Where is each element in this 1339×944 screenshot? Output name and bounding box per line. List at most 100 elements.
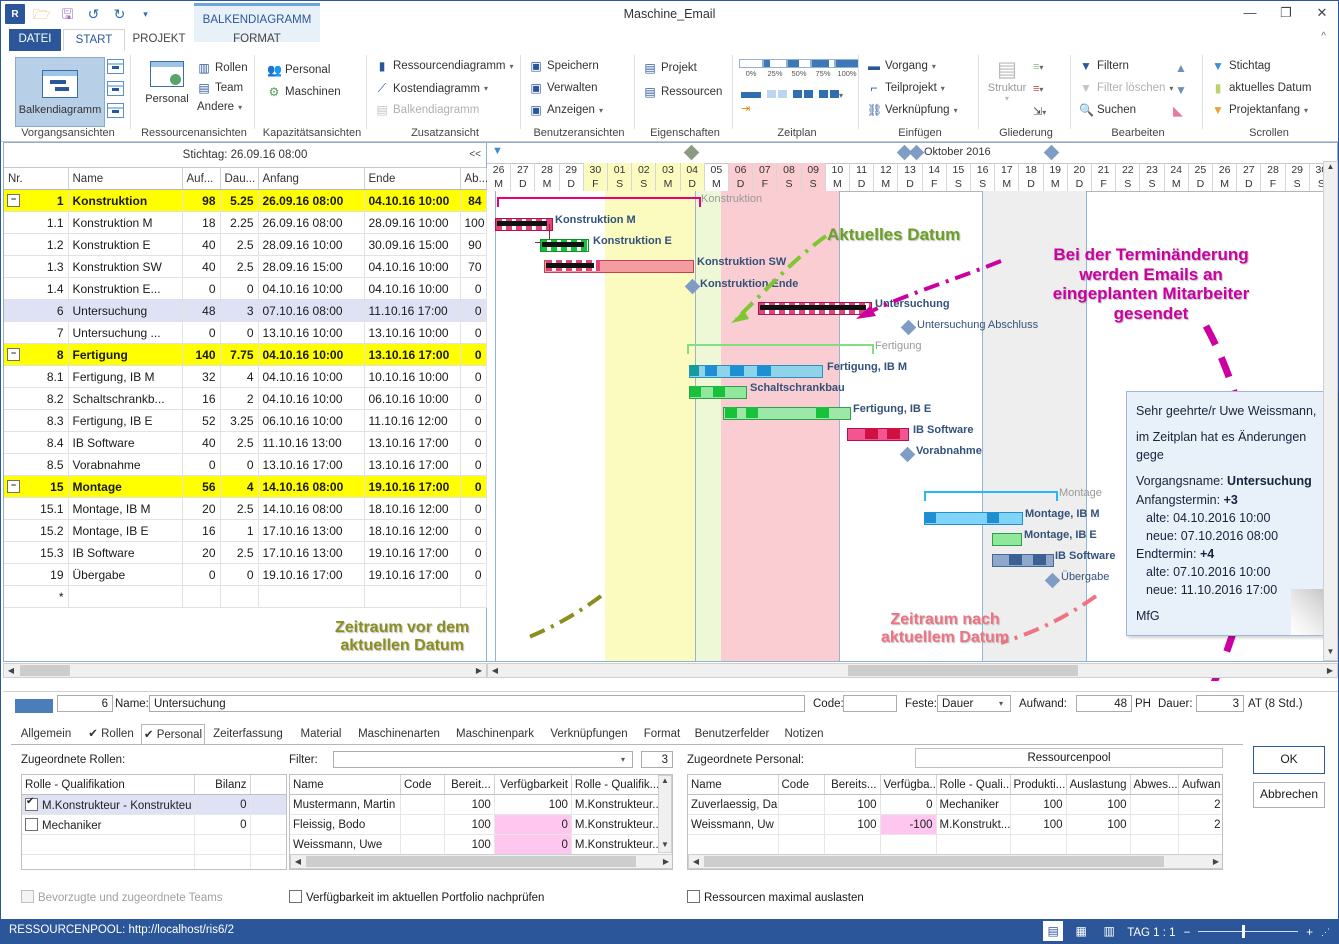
tab-material[interactable]: Material — [291, 724, 351, 745]
view-gantt-icon[interactable]: ▤ — [1043, 921, 1064, 941]
view-variant-2-icon[interactable] — [107, 81, 124, 99]
table-row[interactable]: 1.1 Konstruktion M 18 2.25 26.09.16 08:00 28.… — [4, 211, 487, 234]
role-checkbox[interactable] — [25, 817, 38, 831]
task-bar-montage-ibe[interactable] — [992, 533, 1022, 546]
list-item[interactable]: Mechaniker 0 — [22, 814, 286, 835]
asg-scroll-left-icon[interactable]: ◀ — [689, 855, 703, 868]
candidates-vscrollbar[interactable]: ▲ ▼ — [658, 775, 672, 853]
asg-hscroll-thumb[interactable] — [704, 856, 1164, 867]
task-bar-fertigung-ibe[interactable] — [723, 407, 851, 420]
checkbox-portfolio[interactable]: Verfügbarkeit im aktuellen Portfolio nac… — [289, 890, 544, 904]
indent-add-icon[interactable]: ≡▾ — [1033, 61, 1043, 73]
ok-button[interactable]: OK — [1253, 746, 1325, 774]
ressourcendiagramm-button[interactable]: ▮ Ressourcendiagramm ▾ — [375, 59, 514, 73]
task-bar-montage-ibm[interactable] — [924, 512, 1023, 525]
personal-view-button[interactable]: Personal — [137, 61, 197, 105]
filter-input[interactable] — [333, 751, 633, 768]
table-row[interactable]: 15.3 IB Software 20 2.5 17.10.16 13:00 19.10.… — [4, 541, 487, 564]
cand-hscroll-thumb[interactable] — [306, 856, 636, 867]
gantt-hscroll-thumb[interactable] — [848, 665, 1078, 676]
schedule-align-icon[interactable]: ⇥ — [741, 87, 761, 115]
cand-col-code[interactable]: Code — [400, 775, 445, 795]
table-row[interactable]: −1 Konstruktion 98 5.25 26.09.16 08:00 04.10.… — [4, 189, 487, 212]
asg-col-produktiv[interactable]: Produkti... — [1010, 775, 1067, 795]
asg-col-abwesenheit[interactable]: Abwes... — [1130, 775, 1179, 795]
summary-bar-montage[interactable] — [924, 491, 1058, 501]
grid-hscrollbar[interactable]: ◀ ▶ — [3, 663, 487, 678]
col-name[interactable]: Name — [68, 168, 183, 190]
minimize-button[interactable]: — — [1240, 5, 1260, 21]
stichtag-button[interactable]: ▼ Stichtag — [1211, 59, 1271, 73]
tab-start[interactable]: START — [63, 29, 125, 51]
cancel-button[interactable]: Abbrechen — [1253, 782, 1325, 808]
table-row[interactable]: Mustermann, Martin 100 100 M.Konstrukteur..… — [290, 794, 672, 815]
progress-50-button[interactable]: 50% — [787, 59, 811, 78]
andere-button[interactable]: Andere ▾ — [197, 101, 242, 113]
task-name-field[interactable]: Untersuchung — [149, 695, 805, 712]
col-aufwand[interactable]: Auf... — [182, 168, 221, 190]
col-ab[interactable]: Ab... — [460, 168, 488, 190]
task-id-field[interactable]: 6 — [57, 695, 113, 712]
cand-col-bereit[interactable]: Bereit... — [444, 775, 495, 795]
table-row[interactable]: −8 Fertigung 140 7.75 04.10.16 10:00 13.10.16… — [4, 343, 487, 366]
table-row[interactable]: Fleissig, Bodo 100 0 M.Konstrukteur... — [290, 814, 672, 835]
teilprojekt-button[interactable]: ⌐ Teilprojekt ▾ — [867, 81, 944, 95]
milestone-untersuchung-abschluss[interactable] — [900, 319, 917, 336]
col-ende[interactable]: Ende — [364, 168, 461, 190]
close-button[interactable]: ✕ — [1312, 5, 1332, 21]
table-row[interactable]: 7 Untersuchung ... 0 0 13.10.16 10:00 13.10.1… — [4, 321, 487, 344]
tab-maschinenarten[interactable]: Maschinenarten — [351, 724, 447, 745]
cand-scroll-left-icon[interactable]: ◀ — [291, 855, 305, 868]
speichern-button[interactable]: ▣ Speichern — [529, 59, 598, 73]
tab-maschinenpark[interactable]: Maschinenpark — [447, 724, 543, 745]
indent-move-icon[interactable]: ⇲▾ — [1033, 105, 1046, 118]
progress-25-button[interactable]: 25% — [763, 59, 787, 78]
gantt-hscrollbar[interactable]: ◀ ▶ — [487, 663, 1338, 678]
grid-hscroll-thumb[interactable] — [20, 665, 70, 676]
table-row[interactable]: 1.4 Konstruktion E... 0 0 04.10.16 10:00 04.1… — [4, 277, 487, 300]
col-nr[interactable]: Nr. — [4, 168, 69, 190]
gantt-scroll-right-icon[interactable]: ▶ — [1323, 664, 1337, 677]
ressourcen-button[interactable]: ▤ Ressourcen — [643, 85, 722, 99]
gantt-scroll-up-icon[interactable]: ▲ — [1324, 162, 1337, 175]
schedule-level-icon[interactable] — [793, 87, 813, 101]
table-row[interactable]: −15 Montage 56 4 14.10.16 08:00 19.10.16 17:0… — [4, 475, 487, 498]
role-name-cell[interactable]: M.Konstrukteur - Konstrukteu — [22, 794, 195, 815]
role-checkbox[interactable] — [25, 796, 38, 811]
table-row[interactable]: 15.1 Montage, IB M 20 2.5 14.10.16 08:00 18.1… — [4, 497, 487, 520]
vorgang-button[interactable]: ▬ Vorgang ▾ — [867, 59, 936, 73]
view-variant-3-icon[interactable] — [107, 103, 124, 121]
checkbox-maxload-box[interactable] — [687, 890, 700, 903]
progress-75-button[interactable]: 75% — [811, 59, 835, 78]
list-item[interactable]: M.Konstrukteur - Konstrukteu0 — [22, 794, 286, 815]
tab-format[interactable]: Format — [635, 724, 689, 745]
tab-verknpfungen[interactable]: Verknüpfungen — [543, 724, 635, 745]
tab-zeiterfassung[interactable]: Zeiterfassung — [205, 724, 291, 745]
table-row[interactable]: 8.5 Vorabnahme 0 0 13.10.16 17:00 13.10.16 17… — [4, 453, 487, 476]
gantt-vscrollbar[interactable]: ▲ ▼ — [1323, 161, 1338, 661]
team-button[interactable]: ▤ Team — [197, 81, 243, 95]
zoom-in-button[interactable]: + — [1306, 927, 1313, 939]
asg-col-auslastung[interactable]: Auslastung — [1066, 775, 1131, 795]
verknuepfung-button[interactable]: ⛓ Verknüpfung ▾ — [867, 103, 958, 117]
table-row[interactable]: Weissmann, Uwe 100 0 M.Konstrukteur... — [290, 834, 672, 855]
projekt-button[interactable]: ▤ Projekt — [643, 61, 696, 75]
table-row[interactable]: 8.3 Fertigung, IB E 52 3.25 06.10.16 10:00 11… — [4, 409, 487, 432]
tab-rollen[interactable]: ✔ Rollen — [81, 724, 141, 745]
zoom-slider[interactable] — [1198, 923, 1299, 939]
schedule-split-icon[interactable] — [767, 87, 787, 101]
expander-icon[interactable]: − — [7, 348, 20, 361]
indent-remove-icon[interactable]: ≡▾ — [1033, 83, 1043, 95]
cand-scroll-down-icon[interactable]: ▼ — [659, 840, 671, 852]
table-row[interactable]: 8.2 Schaltschrankb... 16 2 04.10.16 10:00 06.… — [4, 387, 487, 410]
eraser-icon[interactable]: ◣ — [1173, 103, 1183, 119]
zoom-out-button[interactable]: − — [1184, 927, 1191, 939]
progress-100-button[interactable]: 100% — [835, 59, 859, 78]
collapse-pane-icon[interactable]: << — [469, 143, 481, 167]
asg-col-aufwand[interactable]: Aufwan — [1178, 775, 1222, 795]
table-row[interactable]: 15.2 Montage, IB E 16 1 17.10.16 13:00 18.10.… — [4, 519, 487, 542]
tab-format[interactable]: FORMAT — [194, 29, 320, 51]
cand-col-name[interactable]: Name — [290, 775, 401, 795]
view-chart-icon[interactable]: ▥ — [1099, 921, 1119, 941]
checkbox-maxload[interactable]: Ressourcen maximal auslasten — [687, 890, 864, 904]
